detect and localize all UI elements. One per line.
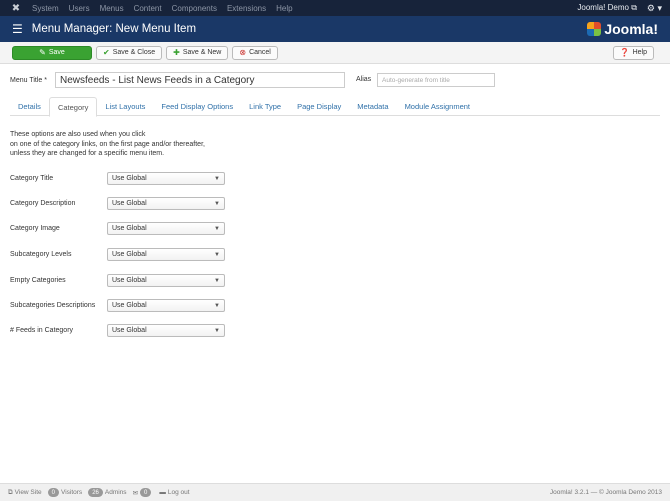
field-empty-categories: Empty Categories Use Global ▼	[10, 274, 225, 287]
field-subcategories-descriptions: Subcategories Descriptions Use Global ▼	[10, 299, 225, 312]
field-label: Subcategory Levels	[10, 251, 72, 258]
visitors-badge: 0	[47, 488, 59, 497]
field-label: Subcategories Descriptions	[10, 302, 96, 309]
field-category-description: Category Description Use Global ▼	[10, 197, 225, 210]
feeds-in-category-select[interactable]: Use Global ▼	[107, 324, 225, 337]
nav-users[interactable]: Users	[69, 4, 90, 13]
field-label: Category Description	[10, 200, 76, 207]
joomla-logo: Joomla!	[587, 21, 658, 37]
question-icon: ❓	[619, 48, 630, 57]
gear-icon[interactable]: ⚙ ▾	[647, 3, 662, 14]
chevron-down-icon: ▼	[214, 252, 220, 258]
view-site-link[interactable]: ⧉ View Site	[8, 489, 42, 497]
tab-bar: Details Category List Layouts Feed Displ…	[10, 97, 660, 117]
subcategories-descriptions-select[interactable]: Use Global ▼	[107, 299, 225, 312]
field-category-title: Category Title Use Global ▼	[10, 172, 225, 185]
tab-metadata[interactable]: Metadata	[349, 97, 396, 116]
chevron-down-icon: ▼	[214, 328, 220, 334]
tab-category[interactable]: Category	[48, 97, 98, 117]
chevron-down-icon: ▼	[214, 303, 220, 309]
nav-menus[interactable]: Menus	[100, 4, 124, 13]
chevron-down-icon: ▼	[214, 226, 220, 232]
category-description-select[interactable]: Use Global ▼	[107, 197, 225, 210]
messages-badge: 0	[140, 488, 152, 497]
category-description-text: These options are also used when you cli…	[10, 131, 205, 157]
minus-icon: ▬	[159, 489, 166, 496]
logout-link[interactable]: ▬ Log out	[159, 489, 189, 496]
field-label: Category Title	[10, 175, 54, 182]
joomla-logo-icon	[587, 22, 602, 36]
chevron-down-icon: ▼	[214, 278, 220, 284]
plus-icon: ✚	[173, 48, 180, 57]
category-image-select[interactable]: Use Global ▼	[107, 222, 225, 235]
visitors-status: 0 Visitors	[47, 488, 82, 497]
page-header: ☰ Menu Manager: New Menu Item Joomla!	[0, 16, 670, 42]
tab-list-layouts[interactable]: List Layouts	[97, 97, 153, 116]
envelope-icon: ✉	[132, 489, 139, 497]
save-close-button[interactable]: ✔ Save & Close	[96, 45, 163, 60]
toolbar: ✎ Save ✔ Save & Close ✚ Save & New ⊗ Can…	[0, 42, 670, 64]
tab-details[interactable]: Details	[10, 97, 49, 116]
tab-feed-display-options[interactable]: Feed Display Options	[153, 97, 241, 116]
help-button[interactable]: ❓ Help	[612, 45, 654, 60]
site-link[interactable]: Joomla! Demo ⧉	[577, 3, 637, 13]
cancel-button[interactable]: ⊗ Cancel	[232, 45, 278, 60]
tab-link-type[interactable]: Link Type	[241, 97, 289, 116]
field-category-image: Category Image Use Global ▼	[10, 222, 225, 235]
cancel-icon: ⊗	[239, 48, 247, 57]
save-new-button[interactable]: ✚ Save & New	[166, 45, 229, 60]
category-title-select[interactable]: Use Global ▼	[107, 172, 225, 185]
field-label: Category Image	[10, 225, 60, 232]
check-icon: ✔	[103, 48, 110, 57]
field-feeds-in-category: # Feeds in Category Use Global ▼	[10, 324, 225, 337]
joomla-logo-text: Joomla!	[604, 21, 658, 37]
field-label: # Feeds in Category	[10, 327, 74, 334]
alias-input[interactable]: Auto-generate from title	[377, 73, 495, 87]
menu-title-row: Menu Title * Newsfeeds - List News Feeds…	[10, 72, 345, 88]
chevron-down-icon: ▼	[214, 176, 220, 182]
nav-extensions[interactable]: Extensions	[227, 4, 266, 13]
messages-status[interactable]: ✉ 0	[133, 488, 154, 497]
tab-page-display[interactable]: Page Display	[289, 97, 349, 116]
empty-categories-select[interactable]: Use Global ▼	[107, 274, 225, 287]
subcategory-levels-select[interactable]: Use Global ▼	[107, 248, 225, 261]
nav-components[interactable]: Components	[172, 4, 217, 13]
joomla-menu-icon[interactable]: ✖	[8, 3, 24, 14]
chevron-down-icon: ▼	[214, 201, 220, 207]
top-navbar: ✖ System Users Menus Content Components …	[0, 0, 670, 16]
admins-status: 26 Admins	[88, 488, 127, 497]
alias-label: Alias	[356, 76, 372, 83]
nav-system[interactable]: System	[32, 4, 59, 13]
page-title: Menu Manager: New Menu Item	[31, 23, 197, 35]
nav-content[interactable]: Content	[134, 4, 162, 13]
save-button[interactable]: ✎ Save	[12, 45, 92, 60]
external-link-icon: ⧉	[8, 488, 13, 496]
edit-icon: ✎	[39, 48, 46, 57]
field-subcategory-levels: Subcategory Levels Use Global ▼	[10, 248, 225, 261]
version-text: Joomla! 3.2.1 — © Joomla Demo 2013	[549, 489, 662, 496]
status-bar: ⧉ View Site 0 Visitors 26 Admins ✉ 0 ▬ Log ou…	[0, 483, 670, 501]
list-icon: ☰	[12, 22, 23, 36]
admins-badge: 26	[88, 488, 103, 497]
tab-module-assignment[interactable]: Module Assignment	[397, 97, 478, 116]
menu-title-input[interactable]: Newsfeeds - List News Feeds in a Categor…	[54, 72, 345, 88]
nav-help[interactable]: Help	[276, 4, 292, 13]
field-label: Empty Categories	[10, 277, 66, 284]
menu-title-label: Menu Title *	[10, 76, 47, 84]
